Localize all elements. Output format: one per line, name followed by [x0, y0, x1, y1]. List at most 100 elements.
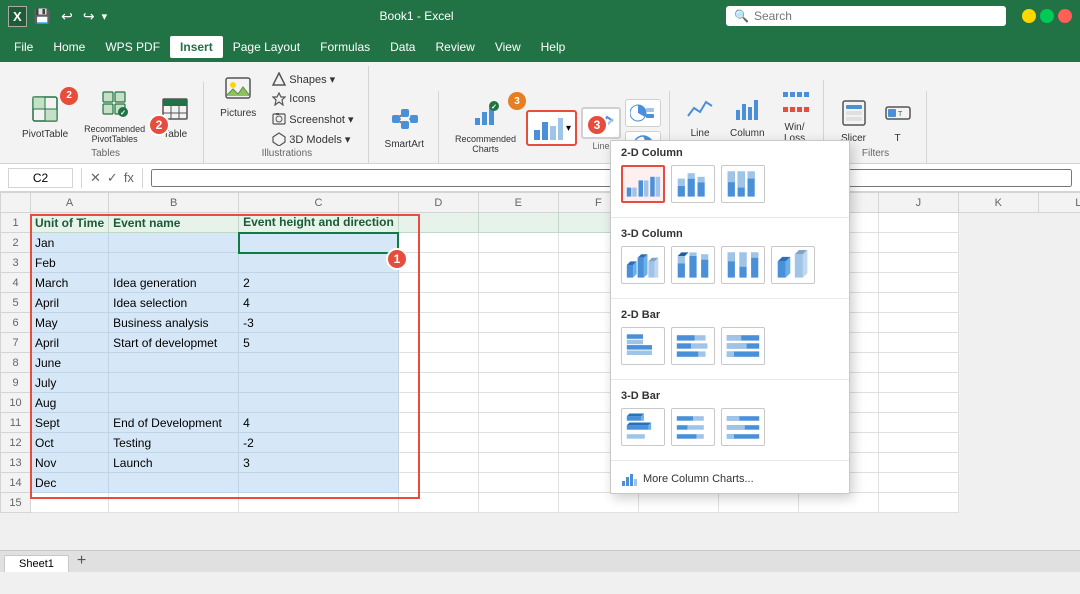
icons-button[interactable]: Icons [266, 90, 359, 108]
table-cell[interactable] [109, 493, 239, 513]
100pct-stacked-column-option[interactable] [721, 165, 765, 203]
customize-qat[interactable]: ▾ [102, 10, 108, 23]
table-cell[interactable]: Oct [31, 433, 109, 453]
pictures-button[interactable]: Pictures [214, 70, 262, 123]
table-cell-empty[interactable] [798, 493, 878, 513]
100pct-stacked-bar-option[interactable] [721, 327, 765, 365]
maximize-button[interactable] [1040, 9, 1054, 23]
menu-review[interactable]: Review [425, 36, 484, 58]
table-cell-empty[interactable] [878, 433, 958, 453]
stacked-column-option[interactable] [671, 165, 715, 203]
table-cell-empty[interactable] [878, 333, 958, 353]
more-charts-link[interactable]: More Column Charts... [611, 465, 849, 493]
table-cell-empty[interactable] [878, 493, 958, 513]
add-sheet-button[interactable]: + [69, 550, 94, 572]
table-cell-empty[interactable] [878, 253, 958, 273]
table-cell[interactable] [109, 353, 239, 373]
table-cell[interactable] [398, 293, 478, 313]
table-cell[interactable]: End of Development [109, 413, 239, 433]
3d-models-button[interactable]: 3D Models ▾ [266, 130, 359, 148]
clustered-column-option[interactable] [621, 165, 665, 203]
table-cell[interactable] [478, 393, 558, 413]
3d-100pct-stacked-bar[interactable] [721, 408, 765, 446]
3d-clustered-bar[interactable] [621, 408, 665, 446]
table-cell[interactable] [478, 493, 558, 513]
table-cell[interactable] [239, 473, 399, 493]
table-cell[interactable] [478, 253, 558, 273]
search-bar[interactable]: 🔍 [726, 6, 1006, 26]
table-cell[interactable]: Business analysis [109, 313, 239, 333]
table-cell-empty[interactable] [878, 353, 958, 373]
menu-insert[interactable]: Insert [170, 36, 223, 58]
confirm-formula-icon[interactable]: ✓ [107, 170, 118, 186]
table-cell-empty[interactable] [718, 493, 798, 513]
table-cell[interactable] [398, 253, 478, 273]
3d-clustered-column[interactable] [621, 246, 665, 284]
table-cell[interactable] [398, 413, 478, 433]
table-cell[interactable] [478, 433, 558, 453]
table-cell[interactable]: Aug [31, 393, 109, 413]
col-header-k[interactable]: K [958, 193, 1038, 213]
table-cell[interactable]: 3 [239, 453, 399, 473]
table-cell[interactable] [478, 233, 558, 253]
table-cell[interactable] [398, 213, 478, 233]
timeline-button[interactable]: T T [878, 95, 918, 148]
clustered-bar-option[interactable] [621, 327, 665, 365]
table-cell-empty[interactable] [878, 473, 958, 493]
pivot-table-button[interactable]: PivotTable 2 [16, 91, 74, 144]
table-cell[interactable] [478, 353, 558, 373]
table-cell[interactable]: -2 [239, 433, 399, 453]
menu-page-layout[interactable]: Page Layout [223, 36, 310, 58]
table-cell[interactable]: Event height and direction [239, 213, 399, 233]
3d-stacked-column[interactable] [671, 246, 715, 284]
minimize-button[interactable] [1022, 9, 1036, 23]
table-cell[interactable] [398, 473, 478, 493]
table-cell[interactable]: Jan [31, 233, 109, 253]
table-cell[interactable]: Testing [109, 433, 239, 453]
table-cell[interactable]: 4 [239, 413, 399, 433]
sheet-tab-1[interactable]: Sheet1 [4, 555, 69, 572]
line-sparkline-button[interactable]: Line [680, 90, 720, 143]
table-cell-empty[interactable] [878, 413, 958, 433]
table-cell[interactable] [239, 233, 399, 253]
menu-data[interactable]: Data [380, 36, 425, 58]
col-header-d[interactable]: D [398, 193, 478, 213]
table-cell[interactable]: Start of developmet [109, 333, 239, 353]
table-cell[interactable]: Dec [31, 473, 109, 493]
table-cell-empty[interactable] [638, 493, 718, 513]
table-cell[interactable]: April [31, 333, 109, 353]
table-cell[interactable] [398, 393, 478, 413]
table-cell[interactable] [478, 473, 558, 493]
table-cell[interactable]: -3 [239, 313, 399, 333]
table-cell[interactable]: April [31, 293, 109, 313]
table-cell-empty[interactable] [878, 293, 958, 313]
col-header-c[interactable]: C [239, 193, 399, 213]
table-cell-empty[interactable] [878, 453, 958, 473]
table-cell[interactable] [239, 253, 399, 273]
menu-file[interactable]: File [4, 36, 43, 58]
pie-chart-button[interactable] [625, 99, 661, 127]
table-cell[interactable]: 5 [239, 333, 399, 353]
table-cell-empty[interactable] [878, 373, 958, 393]
smartart-button[interactable]: SmartArt [379, 101, 430, 154]
table-cell[interactable]: Feb [31, 253, 109, 273]
stacked-bar-option[interactable] [671, 327, 715, 365]
cancel-formula-icon[interactable]: ✕ [90, 170, 101, 186]
save-button[interactable]: 💾 [31, 8, 54, 25]
table-cell-empty[interactable] [878, 213, 958, 233]
table-cell-empty[interactable] [878, 393, 958, 413]
table-cell[interactable] [478, 293, 558, 313]
table-cell[interactable] [478, 273, 558, 293]
table-cell[interactable] [558, 493, 638, 513]
table-cell-empty[interactable] [878, 233, 958, 253]
table-cell[interactable] [398, 233, 478, 253]
table-cell[interactable] [398, 493, 478, 513]
table-cell[interactable]: June [31, 353, 109, 373]
cell-reference[interactable] [8, 168, 73, 188]
menu-wps-pdf[interactable]: WPS PDF [95, 36, 170, 58]
table-cell[interactable]: May [31, 313, 109, 333]
table-cell[interactable] [239, 353, 399, 373]
table-cell[interactable] [478, 413, 558, 433]
table-cell[interactable] [109, 253, 239, 273]
column-chart-button[interactable]: ▾ [526, 110, 577, 146]
